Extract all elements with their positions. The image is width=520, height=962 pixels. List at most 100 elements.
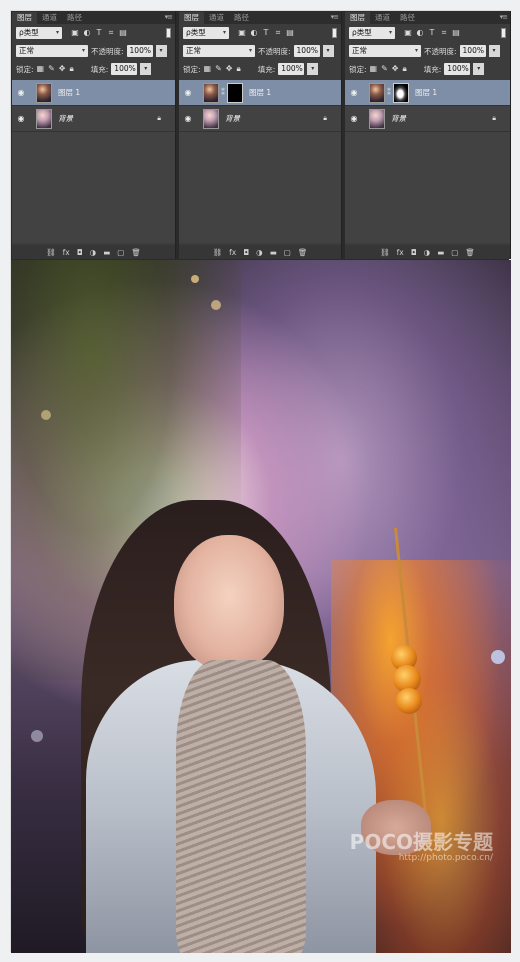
lock-all-icon[interactable]: 🔒︎ [70, 64, 74, 74]
lock-transparent-icon[interactable]: ▦ [204, 64, 212, 74]
panel-menu-icon[interactable]: ▾≡ [500, 13, 508, 21]
panel-menu-icon[interactable]: ▾≡ [331, 13, 339, 21]
adjustment-layer-icon[interactable]: ◑ [424, 248, 431, 257]
filter-kind-select[interactable]: ρ类型 ▾ [349, 27, 395, 39]
tab-channels[interactable]: 通道 [370, 12, 395, 24]
layer-row-background[interactable]: ◉ 背景 🔒︎ [12, 106, 175, 132]
pixel-filter-icon[interactable]: ▣ [238, 28, 246, 38]
opacity-input[interactable]: 100% [293, 45, 320, 57]
smart-object-filter-icon[interactable]: ▤ [119, 28, 127, 38]
tab-channels[interactable]: 通道 [204, 12, 229, 24]
layer-mask-thumbnail[interactable] [393, 82, 409, 103]
tab-layers[interactable]: 图层 [179, 12, 204, 24]
lock-move-icon[interactable]: ✥ [59, 64, 66, 74]
panel-menu-icon[interactable]: ▾≡ [165, 13, 173, 21]
mask-link-icon[interactable]: ⁑ [387, 88, 391, 97]
adjustment-filter-icon[interactable]: ◐ [416, 28, 424, 38]
layer-row-layer1[interactable]: ◉ ⁑ 图层 1 [345, 80, 510, 106]
lock-transparent-icon[interactable]: ▦ [37, 64, 45, 74]
lock-brush-icon[interactable]: ✎ [48, 64, 55, 74]
filter-kind-select[interactable]: ρ类型 ▾ [183, 27, 229, 39]
type-filter-icon[interactable]: T [428, 28, 436, 38]
opacity-input[interactable]: 100% [459, 45, 486, 57]
mask-link-icon[interactable]: ⁑ [221, 88, 225, 97]
new-layer-icon[interactable]: ▢ [117, 248, 124, 257]
tab-channels[interactable]: 通道 [37, 12, 62, 24]
adjustment-layer-icon[interactable]: ◑ [256, 248, 263, 257]
visibility-eye-icon[interactable]: ◉ [14, 114, 28, 123]
new-group-icon[interactable]: ▬ [270, 248, 277, 257]
fill-input[interactable]: 100% [278, 63, 305, 75]
lock-move-icon[interactable]: ✥ [226, 64, 233, 74]
tab-layers[interactable]: 图层 [345, 12, 370, 24]
layer-row-layer1[interactable]: ◉ ⁑ 图层 1 [179, 80, 341, 106]
visibility-eye-icon[interactable]: ◉ [181, 88, 195, 97]
blend-mode-select[interactable]: 正常 ▾ [16, 45, 88, 57]
adjustment-filter-icon[interactable]: ◐ [250, 28, 258, 38]
trash-icon[interactable]: 🗑︎ [131, 248, 141, 257]
new-group-icon[interactable]: ▬ [437, 248, 444, 257]
type-filter-icon[interactable]: T [262, 28, 270, 38]
lock-move-icon[interactable]: ✥ [392, 64, 399, 74]
filter-toggle[interactable] [501, 28, 506, 38]
fill-input[interactable]: 100% [444, 63, 471, 75]
tab-paths[interactable]: 路径 [395, 12, 420, 24]
pixel-filter-icon[interactable]: ▣ [71, 28, 79, 38]
adjustment-filter-icon[interactable]: ◐ [83, 28, 91, 38]
layer-style-icon[interactable]: fx [63, 248, 70, 257]
visibility-eye-icon[interactable]: ◉ [347, 88, 361, 97]
opacity-dropdown-icon[interactable]: ▾ [155, 45, 167, 57]
tab-paths[interactable]: 路径 [229, 12, 254, 24]
lock-transparent-icon[interactable]: ▦ [370, 64, 378, 74]
lock-all-icon[interactable]: 🔒︎ [237, 64, 241, 74]
layer-name[interactable]: 背景 [225, 113, 240, 124]
type-filter-icon[interactable]: T [95, 28, 103, 38]
new-layer-icon[interactable]: ▢ [284, 248, 291, 257]
layer-name[interactable]: 图层 1 [415, 87, 437, 98]
add-mask-icon[interactable]: ◘ [77, 248, 83, 257]
add-mask-icon[interactable]: ◘ [243, 248, 249, 257]
layer-row-background[interactable]: ◉ 背景 🔒︎ [179, 106, 341, 132]
add-mask-icon[interactable]: ◘ [411, 248, 417, 257]
link-layers-icon[interactable]: ⛓ [380, 248, 390, 257]
adjustment-layer-icon[interactable]: ◑ [90, 248, 97, 257]
visibility-eye-icon[interactable]: ◉ [347, 114, 361, 123]
filter-toggle[interactable] [332, 28, 337, 38]
opacity-dropdown-icon[interactable]: ▾ [322, 45, 334, 57]
layer-style-icon[interactable]: fx [229, 248, 236, 257]
fill-dropdown-icon[interactable]: ▾ [140, 63, 152, 75]
lock-brush-icon[interactable]: ✎ [381, 64, 388, 74]
shape-filter-icon[interactable]: ⌗ [274, 28, 282, 38]
layer-name[interactable]: 背景 [58, 113, 73, 124]
visibility-eye-icon[interactable]: ◉ [181, 114, 195, 123]
layer-row-background[interactable]: ◉ 背景 🔒︎ [345, 106, 510, 132]
tab-layers[interactable]: 图层 [12, 12, 37, 24]
opacity-dropdown-icon[interactable]: ▾ [488, 45, 500, 57]
fill-dropdown-icon[interactable]: ▾ [307, 63, 319, 75]
link-layers-icon[interactable]: ⛓ [213, 248, 223, 257]
layer-style-icon[interactable]: fx [397, 248, 404, 257]
trash-icon[interactable]: 🗑︎ [298, 248, 308, 257]
layer-row-layer1[interactable]: ◉ 图层 1 [12, 80, 175, 106]
layer-mask-thumbnail[interactable] [227, 82, 243, 103]
filter-toggle[interactable] [166, 28, 171, 38]
lock-all-icon[interactable]: 🔒︎ [403, 64, 407, 74]
lock-brush-icon[interactable]: ✎ [215, 64, 222, 74]
smart-object-filter-icon[interactable]: ▤ [452, 28, 460, 38]
layer-name[interactable]: 图层 1 [58, 87, 80, 98]
visibility-eye-icon[interactable]: ◉ [14, 88, 28, 97]
layer-name[interactable]: 背景 [391, 113, 406, 124]
opacity-input[interactable]: 100% [126, 45, 153, 57]
blend-mode-select[interactable]: 正常 ▾ [183, 45, 255, 57]
new-layer-icon[interactable]: ▢ [451, 248, 458, 257]
blend-mode-select[interactable]: 正常 ▾ [349, 45, 421, 57]
smart-object-filter-icon[interactable]: ▤ [286, 28, 294, 38]
tab-paths[interactable]: 路径 [62, 12, 87, 24]
layer-name[interactable]: 图层 1 [249, 87, 271, 98]
shape-filter-icon[interactable]: ⌗ [107, 28, 115, 38]
filter-kind-select[interactable]: ρ类型 ▾ [16, 27, 62, 39]
fill-input[interactable]: 100% [111, 63, 138, 75]
new-group-icon[interactable]: ▬ [103, 248, 110, 257]
link-layers-icon[interactable]: ⛓ [46, 248, 56, 257]
shape-filter-icon[interactable]: ⌗ [440, 28, 448, 38]
